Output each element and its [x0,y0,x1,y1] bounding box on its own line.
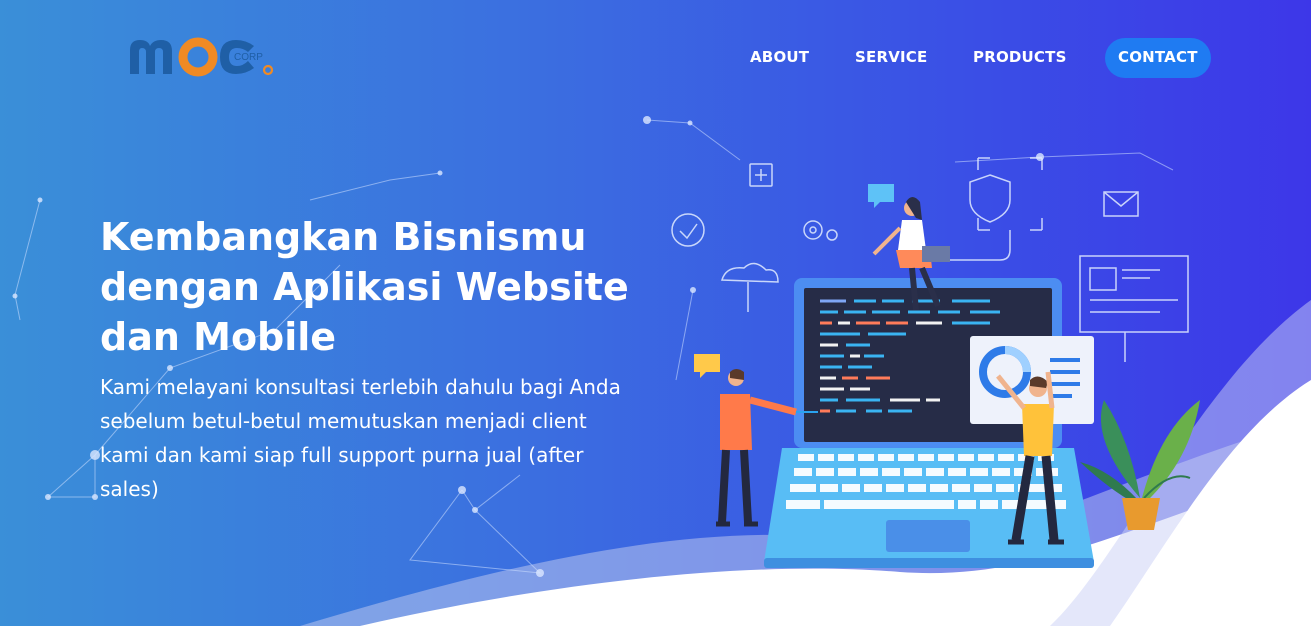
hero-section: CORP ABOUT SERVICE PRODUCTS CONTACT Kemb… [0,0,1311,626]
check-circle-icon [671,213,705,247]
main-nav: ABOUT SERVICE PRODUCTS CONTACT [730,38,1230,78]
chat-bubble-icon [694,354,720,378]
moc-corp-logo[interactable]: CORP [126,32,286,82]
cloud-icon [721,262,779,283]
nav-service-link[interactable]: SERVICE [855,48,927,66]
shield-icon [969,174,1011,223]
nav-about-link[interactable]: ABOUT [750,48,809,66]
hero-subtitle: Kami melayani konsultasi terlebih dahulu… [100,375,621,501]
gear-icon [803,220,823,240]
hero-title: Kembangkan Bisnismu dengan Aplikasi Webs… [100,215,629,359]
nav-products-link[interactable]: PRODUCTS [973,48,1067,66]
laptop-trackpad [886,520,970,552]
chat-bubble-icon [868,184,894,208]
developer-illustration [671,157,1200,568]
plant-decoration [1080,400,1200,530]
logo-corp-text: CORP [234,52,263,63]
contact-button[interactable]: CONTACT [1105,38,1211,78]
